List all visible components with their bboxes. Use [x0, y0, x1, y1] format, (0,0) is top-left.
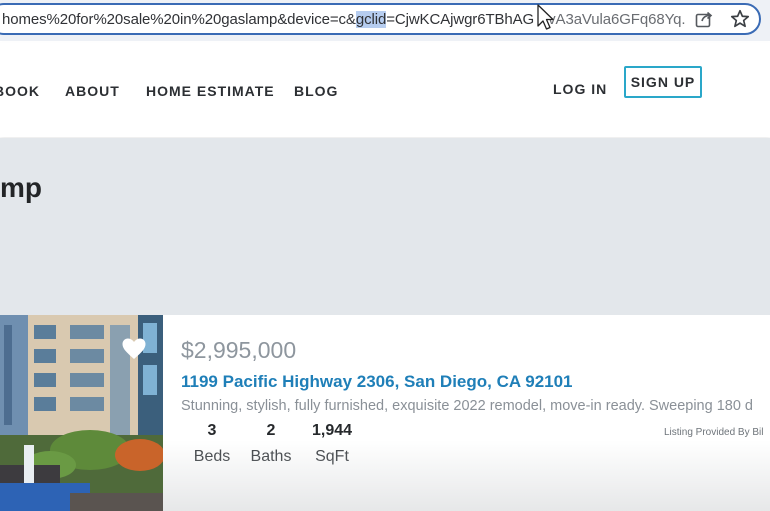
url-segment: vA3aVula6GFq68Yq. — [548, 11, 686, 28]
browser-toolbar: homes%20for%20sale%20in%20gaslamp&device… — [0, 0, 770, 41]
listing-price: $2,995,000 — [181, 337, 297, 363]
nav-item-home-estimate[interactable]: HOME ESTIMATE — [146, 83, 275, 99]
search-hero: mp — [0, 138, 770, 315]
listing-provider: Listing Provided By Bil — [664, 427, 764, 438]
signup-button[interactable]: SIGN UP — [624, 66, 702, 98]
page-title: mp — [0, 172, 42, 203]
nav-item-blog[interactable]: BLOG — [294, 83, 338, 99]
url-selected-segment: gclid — [355, 11, 387, 28]
baths-value: 2 — [266, 422, 276, 439]
share-icon[interactable] — [694, 9, 714, 29]
favorite-heart-icon[interactable] — [121, 337, 147, 361]
beds-label: Beds — [193, 448, 231, 465]
listing-card[interactable]: $2,995,000 1199 Pacific Highway 2306, Sa… — [0, 315, 770, 511]
bookmark-star-icon[interactable] — [729, 8, 751, 30]
nav-item-about[interactable]: ABOUT — [65, 83, 120, 99]
address-bar[interactable]: homes%20for%20sale%20in%20gaslamp&device… — [0, 3, 761, 35]
url-segment: =CjwKCAjwgr6TBhAG — [386, 11, 535, 28]
beds-stat: 3 Beds — [192, 422, 232, 466]
listing-photo[interactable] — [0, 315, 163, 511]
sqft-value: 1,944 — [311, 422, 353, 439]
sqft-stat: 1,944 SqFt — [306, 422, 358, 466]
url-segment: homes%20for%20sale%20in%20gaslamp&device… — [2, 11, 356, 28]
login-link[interactable]: LOG IN — [553, 81, 607, 97]
listing-description: Stunning, stylish, fully furnished, exqu… — [181, 398, 753, 414]
url-text[interactable]: homes%20for%20sale%20in%20gaslamp&device… — [2, 10, 686, 30]
baths-stat: 2 Baths — [246, 422, 296, 466]
sqft-label: SqFt — [315, 448, 349, 465]
mouse-cursor-icon — [537, 4, 554, 30]
site-header: BOOK ABOUT HOME ESTIMATE BLOG LOG IN SIG… — [0, 43, 770, 137]
listing-address-link[interactable]: 1199 Pacific Highway 2306, San Diego, CA… — [181, 372, 573, 392]
beds-value: 3 — [207, 422, 217, 439]
nav-item-book[interactable]: BOOK — [0, 83, 40, 99]
baths-label: Baths — [250, 448, 292, 465]
